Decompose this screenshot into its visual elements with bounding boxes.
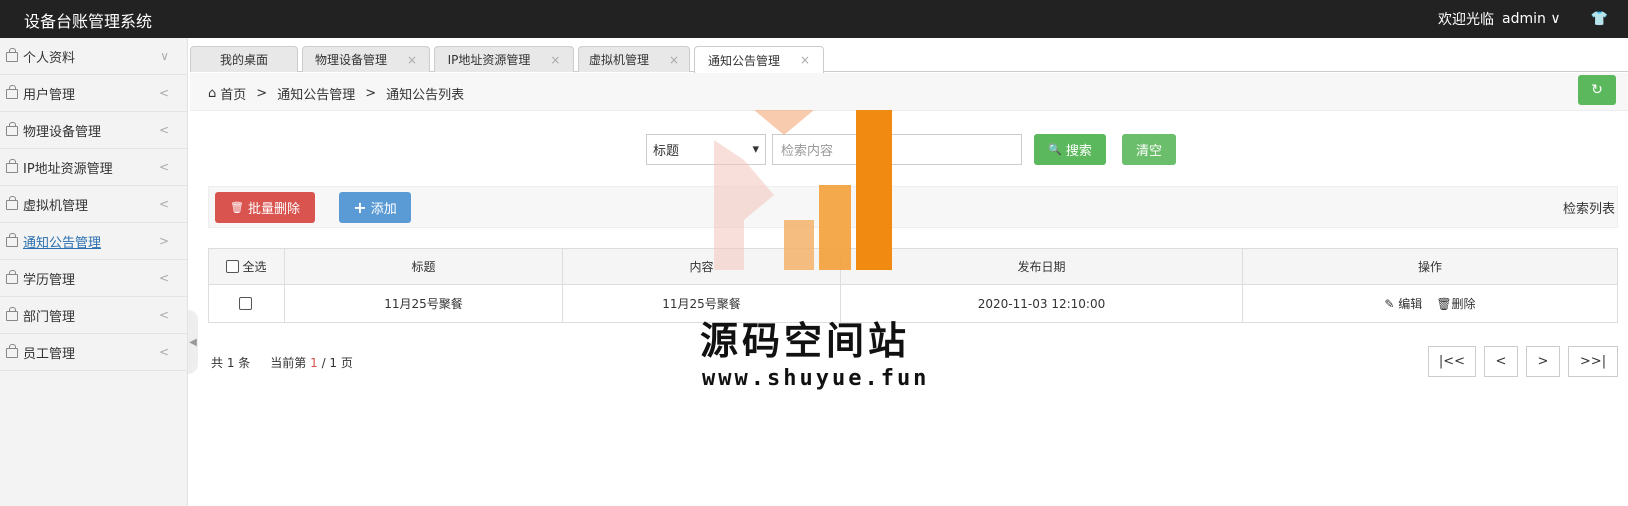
user-area: 欢迎光临 admin ∨ 👕 — [1438, 9, 1608, 29]
add-button[interactable]: + 添加 — [339, 192, 411, 223]
lock-icon — [6, 48, 18, 62]
close-icon[interactable]: × — [407, 53, 417, 67]
list-title: 检索列表 — [1562, 202, 1615, 217]
chevron-icon: < — [158, 271, 169, 285]
sidebar-item-vms[interactable]: 虚拟机管理 < — [0, 186, 187, 223]
collapse-icon: ◀ — [189, 336, 197, 348]
watermark-url: www.shuyue.fun — [702, 366, 930, 391]
last-page-button[interactable]: >>| — [1568, 346, 1618, 377]
pagination-info: 共 1 条 当前第 1 / 1 页 — [211, 354, 353, 371]
tab-notices[interactable]: 通知公告管理 × — [694, 46, 824, 73]
select-all-checkbox[interactable] — [226, 260, 240, 273]
tab-vms[interactable]: 虚拟机管理 × — [578, 46, 690, 72]
lock-icon — [6, 307, 18, 321]
table-row: 11月25号聚餐 11月25号聚餐 2020-11-03 12:10:00 ✎ … — [208, 284, 1618, 323]
breadcrumb-bar: ⌂ 首页 > 通知公告管理 > 通知公告列表 ↻ — [190, 73, 1628, 111]
chevron-icon: < — [158, 123, 169, 137]
home-icon: ⌂ — [208, 86, 217, 101]
row-checkbox[interactable] — [238, 296, 252, 310]
welcome-text: 欢迎光临 — [1437, 12, 1494, 28]
breadcrumb: ⌂ 首页 > 通知公告管理 > 通知公告列表 — [208, 84, 464, 103]
col-actions: 操作 — [1242, 248, 1618, 285]
current-page-info: 当前第 1 / 1 页 — [270, 356, 353, 370]
lock-icon — [6, 122, 18, 136]
sidebar: 个人资料 ∨ 用户管理 < 物理设备管理 < IP地址资源管理 < 虚拟机管理 < 通知公… — [0, 38, 188, 506]
sidebar-item-departments[interactable]: 部门管理 < — [0, 297, 187, 334]
sidebar-collapse-toggle[interactable]: ◀ — [188, 310, 198, 374]
chevron-down-icon: ∨ — [1550, 11, 1561, 27]
lock-icon — [6, 233, 18, 247]
refresh-icon: ↻ — [1591, 82, 1603, 98]
breadcrumb-separator: > — [365, 86, 377, 101]
lock-icon — [6, 159, 18, 173]
chevron-icon: < — [158, 308, 169, 322]
breadcrumb-home[interactable]: 首页 — [220, 84, 246, 103]
breadcrumb-separator: > — [256, 86, 268, 101]
chevron-icon: > — [158, 234, 169, 248]
tab-bar: 我的桌面 物理设备管理 × IP地址资源管理 × 虚拟机管理 × 通知公告管理 × — [190, 46, 1628, 73]
lock-icon — [6, 344, 18, 358]
clear-button[interactable]: 清空 — [1122, 134, 1176, 165]
pager: |<< < > >>| — [1428, 346, 1618, 377]
sidebar-item-employees[interactable]: 员工管理 < — [0, 334, 187, 371]
close-icon[interactable]: × — [669, 53, 679, 67]
lock-icon — [6, 196, 18, 210]
search-icon: 🔍 — [1048, 143, 1062, 156]
lock-icon — [6, 85, 18, 99]
sidebar-item-ip-resources[interactable]: IP地址资源管理 < — [0, 149, 187, 186]
select-all-header[interactable]: 全选 — [208, 248, 285, 285]
plus-icon: + — [353, 198, 367, 217]
prev-page-button[interactable]: < — [1484, 346, 1518, 377]
sidebar-item-profile[interactable]: 个人资料 ∨ — [0, 38, 187, 75]
top-bar: 设备台账管理系统 欢迎光临 admin ∨ 👕 — [0, 0, 1628, 38]
edit-button[interactable]: ✎ 编辑 — [1384, 295, 1422, 312]
chevron-icon: ∨ — [160, 49, 169, 63]
sidebar-item-education[interactable]: 学历管理 < — [0, 260, 187, 297]
tab-desktop[interactable]: 我的桌面 — [190, 46, 298, 72]
lock-icon — [6, 270, 18, 284]
chevron-icon: < — [158, 197, 169, 211]
breadcrumb-current: 通知公告列表 — [386, 88, 465, 103]
sidebar-item-users[interactable]: 用户管理 < — [0, 75, 187, 112]
sidebar-item-notices[interactable]: 通知公告管理 > — [0, 223, 187, 260]
watermark-name: 源码空间站 — [700, 319, 911, 363]
first-page-button[interactable]: |<< — [1428, 346, 1476, 377]
trash-icon: 🗑 — [230, 201, 244, 214]
app-title: 设备台账管理系统 — [24, 12, 153, 31]
total-count: 共 1 条 — [211, 356, 251, 370]
user-menu[interactable]: admin ∨ — [1502, 11, 1561, 27]
chevron-icon: < — [158, 345, 169, 359]
search-button[interactable]: 🔍 搜索 — [1034, 134, 1106, 165]
col-title: 标题 — [284, 248, 563, 285]
chevron-icon: < — [158, 160, 169, 174]
batch-delete-button[interactable]: 🗑 批量删除 — [215, 192, 315, 223]
breadcrumb-notices[interactable]: 通知公告管理 — [277, 84, 355, 103]
close-icon[interactable]: × — [800, 53, 810, 67]
sidebar-item-physical-devices[interactable]: 物理设备管理 < — [0, 112, 187, 149]
tab-physical-devices[interactable]: 物理设备管理 × — [302, 46, 430, 72]
chevron-icon: < — [158, 86, 169, 100]
cell-title: 11月25号聚餐 — [284, 284, 563, 323]
tab-ip-resources[interactable]: IP地址资源管理 × — [434, 46, 574, 72]
close-icon[interactable]: × — [550, 53, 560, 67]
delete-button[interactable]: 🗑删除 — [1436, 295, 1475, 312]
theme-icon[interactable]: 👕 — [1591, 11, 1608, 27]
watermark-logo — [714, 110, 892, 270]
next-page-button[interactable]: > — [1526, 346, 1560, 377]
refresh-button[interactable]: ↻ — [1578, 75, 1616, 105]
